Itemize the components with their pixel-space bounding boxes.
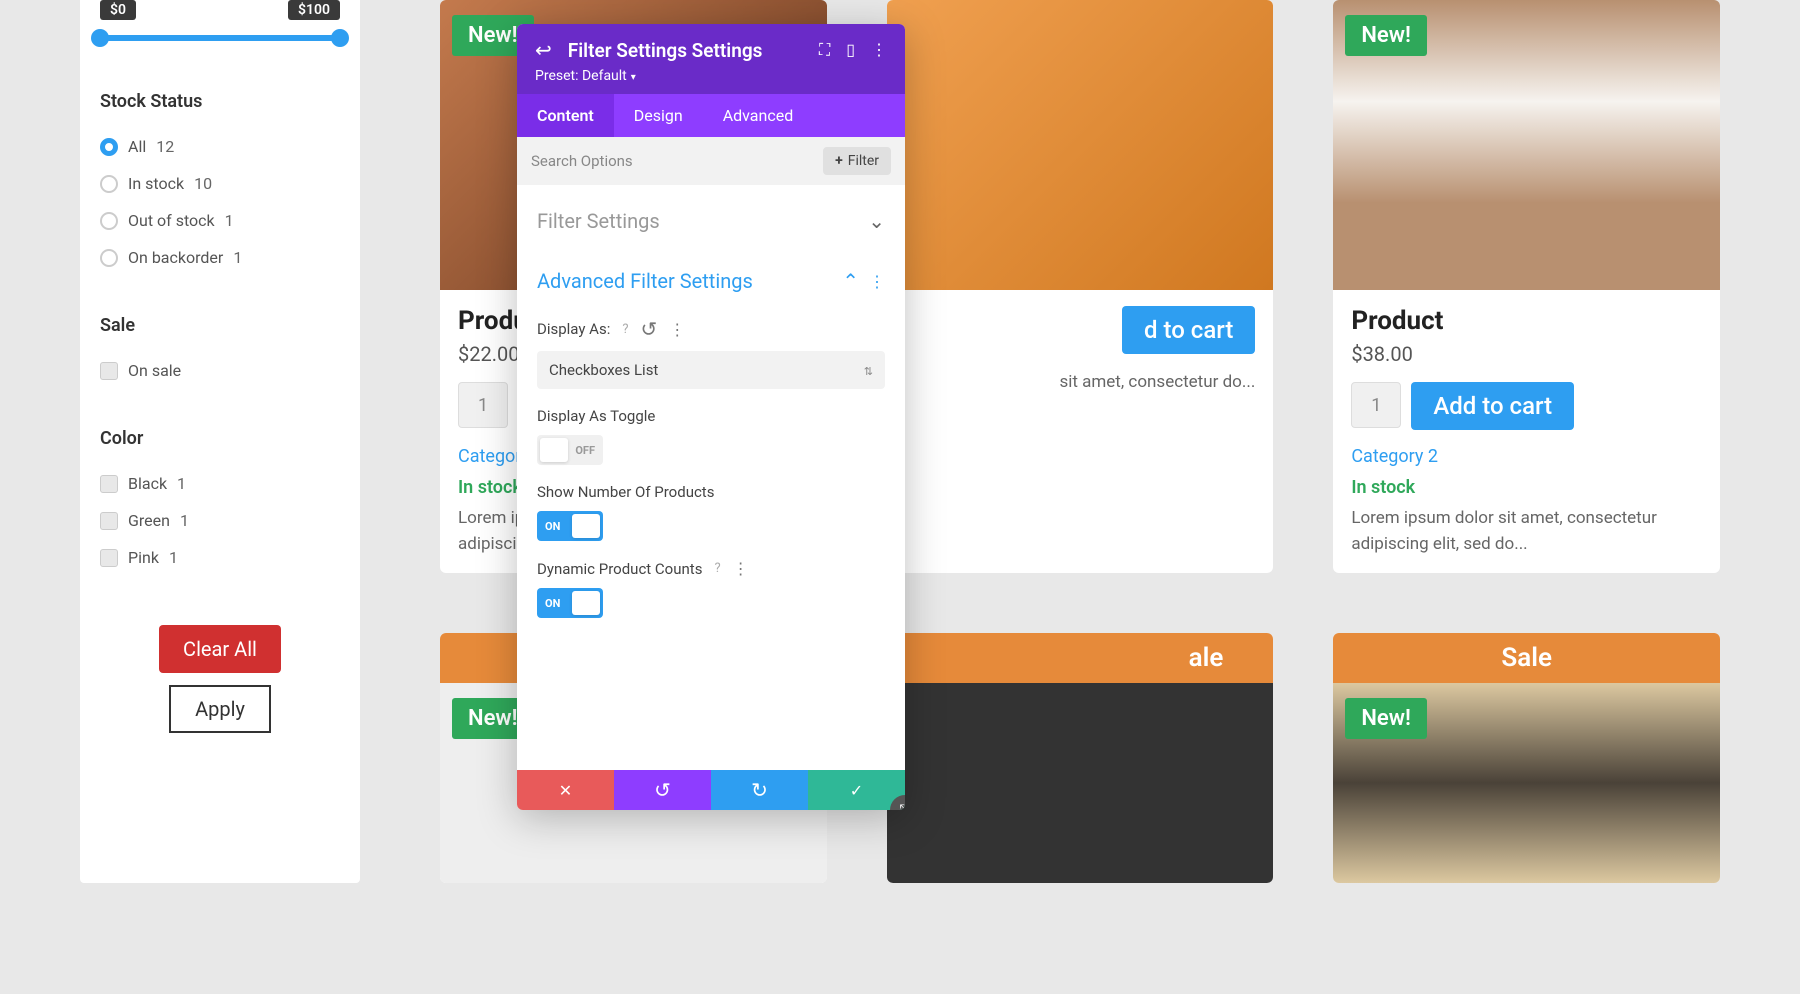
sale-option-onsale[interactable]: On sale (100, 361, 340, 380)
apply-button[interactable]: Apply (169, 685, 271, 733)
product-category[interactable]: Category 2 (1351, 446, 1702, 467)
panel-title: Filter Settings Settings (568, 39, 803, 62)
reset-icon[interactable] (641, 317, 658, 341)
new-badge: New! (1345, 15, 1427, 56)
tab-design[interactable]: Design (614, 94, 703, 137)
product-card: ale (887, 633, 1274, 883)
checkbox-icon (100, 549, 118, 567)
product-title: Product (1351, 306, 1702, 336)
undo-button[interactable] (614, 770, 711, 810)
display-toggle-field: Display As Toggle OFF (537, 407, 885, 465)
radio-icon (100, 175, 118, 193)
advanced-filter-section[interactable]: Advanced Filter Settings (537, 263, 885, 299)
check-icon (850, 781, 863, 800)
product-image[interactable]: New! (1333, 683, 1720, 883)
slider-track[interactable] (100, 35, 340, 41)
checkbox-icon (100, 512, 118, 530)
product-description: Lorem ipsum dolor sit amet, consectetur … (1351, 506, 1702, 557)
price-range-slider[interactable]: $0 $100 (80, 0, 360, 71)
chevron-down-icon (868, 209, 885, 233)
caret-down-icon (631, 68, 636, 84)
plus-icon (835, 153, 843, 169)
select-caret-icon (864, 361, 873, 379)
product-description: sit amet, consectetur do... (1027, 370, 1256, 396)
filter-sidebar: $0 $100 Stock Status All 12 In stock 10 (80, 0, 360, 883)
color-option-pink[interactable]: Pink 1 (100, 548, 340, 567)
stock-title: Stock Status (100, 91, 340, 112)
panel-tabs: Content Design Advanced (517, 94, 905, 137)
slider-thumb-min[interactable] (91, 29, 109, 47)
sale-title: Sale (100, 315, 340, 336)
search-bar: Search Options Filter (517, 137, 905, 185)
checkbox-icon (100, 362, 118, 380)
color-option-black[interactable]: Black 1 (100, 474, 340, 493)
price-min: $0 (100, 0, 136, 20)
layout-icon[interactable] (846, 40, 855, 60)
panel-header[interactable]: Filter Settings Settings Preset: Default (517, 24, 905, 94)
dynamic-counts-switch[interactable]: ON (537, 588, 603, 618)
product-image[interactable]: New! (887, 0, 1274, 290)
tab-content[interactable]: Content (517, 94, 614, 137)
radio-icon (100, 249, 118, 267)
new-badge: New! (1345, 698, 1427, 739)
show-number-field: Show Number Of Products ON (537, 483, 885, 541)
redo-button[interactable] (711, 770, 808, 810)
product-image[interactable]: New! (1333, 0, 1720, 290)
close-icon (559, 781, 572, 800)
add-to-cart-button[interactable]: Add to cart (1411, 382, 1574, 430)
product-image[interactable] (887, 683, 1274, 883)
tab-advanced[interactable]: Advanced (703, 94, 814, 137)
expand-icon[interactable] (819, 40, 830, 60)
filter-settings-section[interactable]: Filter Settings (537, 203, 885, 239)
quantity-input[interactable] (458, 382, 508, 428)
redo-icon (751, 778, 768, 802)
product-price: $38.00 (1351, 342, 1702, 366)
color-option-green[interactable]: Green 1 (100, 511, 340, 530)
undo-icon (654, 778, 671, 802)
sale-badge: ale (887, 633, 1274, 683)
section-menu-icon[interactable] (869, 272, 885, 291)
radio-icon (100, 138, 118, 156)
price-max: $100 (288, 0, 340, 20)
stock-option-backorder[interactable]: On backorder 1 (100, 248, 340, 267)
preset-dropdown[interactable]: Preset: Default (535, 68, 887, 84)
sale-badge: Sale (1333, 633, 1720, 683)
add-to-cart-button[interactable]: d to cart (1122, 306, 1255, 354)
stock-option-outstock[interactable]: Out of stock 1 (100, 211, 340, 230)
help-icon[interactable]: ? (714, 561, 720, 576)
panel-footer (517, 770, 905, 810)
filter-settings-panel: Filter Settings Settings Preset: Default… (517, 24, 905, 810)
stock-option-all[interactable]: All 12 (100, 137, 340, 156)
display-as-select[interactable]: Checkboxes List (537, 351, 885, 389)
field-menu-icon[interactable] (669, 320, 685, 339)
cancel-button[interactable] (517, 770, 614, 810)
product-stock: In stock (1351, 477, 1702, 498)
add-filter-button[interactable]: Filter (823, 147, 891, 175)
field-menu-icon[interactable] (733, 559, 749, 578)
display-as-field: Display As: ? Checkboxes List (537, 317, 885, 389)
radio-icon (100, 212, 118, 230)
quantity-input[interactable] (1351, 382, 1401, 428)
dynamic-counts-field: Dynamic Product Counts ? ON (537, 559, 885, 618)
help-icon[interactable]: ? (622, 322, 628, 337)
stock-status-group: Stock Status All 12 In stock 10 Out of s… (80, 71, 360, 295)
menu-dots-icon[interactable] (871, 40, 887, 60)
display-toggle-switch[interactable]: OFF (537, 435, 603, 465)
sale-group: Sale On sale (80, 295, 360, 408)
stock-option-instock[interactable]: In stock 10 (100, 174, 340, 193)
checkbox-icon (100, 475, 118, 493)
search-input[interactable]: Search Options (531, 152, 633, 170)
product-card: New! Product $38.00 Add to cart Category… (1333, 0, 1720, 573)
back-icon[interactable] (535, 38, 552, 62)
chevron-up-icon (842, 269, 859, 293)
color-title: Color (100, 428, 340, 449)
color-group: Color Black 1 Green 1 Pink 1 (80, 408, 360, 595)
product-card: Sale New! (1333, 633, 1720, 883)
resize-icon (899, 802, 905, 810)
slider-thumb-max[interactable] (331, 29, 349, 47)
clear-all-button[interactable]: Clear All (159, 625, 281, 673)
show-number-switch[interactable]: ON (537, 511, 603, 541)
product-card: New! d to cart sit amet, consectetur do.… (887, 0, 1274, 573)
